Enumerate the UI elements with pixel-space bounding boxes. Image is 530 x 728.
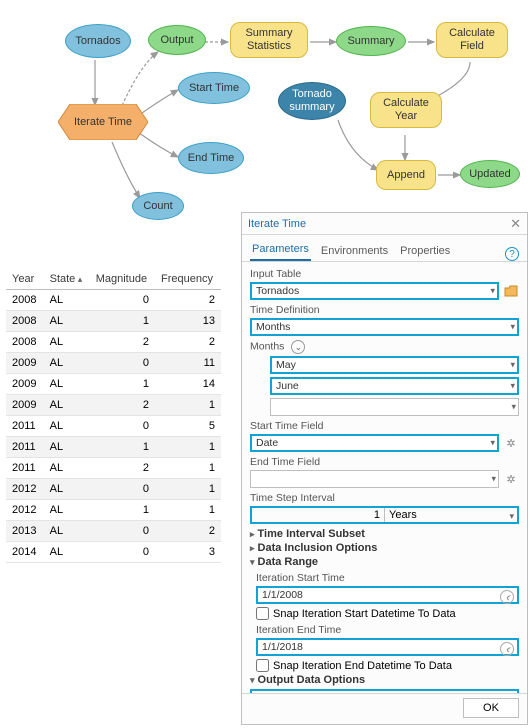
tab-properties[interactable]: Properties xyxy=(398,241,452,261)
node-tornado-summary[interactable]: Tornado summary xyxy=(278,82,346,120)
results-table: Year State Magnitude Frequency 2008AL022… xyxy=(6,269,221,563)
lbl-input-table: Input Table xyxy=(250,268,519,280)
lbl-snap-end: Snap Iteration End Datetime To Data xyxy=(273,660,452,672)
node-updated[interactable]: Updated xyxy=(460,160,520,188)
time-step-interval-field[interactable]: 1 Years▾ xyxy=(250,506,519,524)
table-row[interactable]: 2009AL114 xyxy=(6,374,221,395)
clock-icon xyxy=(500,590,514,604)
node-output[interactable]: Output xyxy=(148,25,206,55)
section-output-options[interactable]: Output Data Options xyxy=(250,674,519,686)
lbl-step-interval: Time Step Interval xyxy=(250,492,519,504)
gear-icon-2[interactable]: ✲ xyxy=(503,471,519,487)
lbl-start-field: Start Time Field xyxy=(250,420,519,432)
lbl-time-definition: Time Definition xyxy=(250,304,519,316)
dialog-title: Iterate Time xyxy=(248,218,306,230)
iterate-time-dialog: Iterate Time ✕ Parameters Environments P… xyxy=(241,212,528,725)
lbl-end-field: End Time Field xyxy=(250,456,519,468)
table-row[interactable]: 2011AL05 xyxy=(6,416,221,437)
node-end-time[interactable]: End Time xyxy=(178,142,244,174)
table-row[interactable]: 2008AL113 xyxy=(6,311,221,332)
input-table-field[interactable]: Tornados▾ xyxy=(250,282,499,300)
snap-start-checkbox[interactable] xyxy=(256,607,269,620)
dialog-tabs: Parameters Environments Properties ? xyxy=(242,235,527,262)
time-definition-field[interactable]: Months▾ xyxy=(250,318,519,336)
table-row[interactable]: 2014AL03 xyxy=(6,542,221,563)
help-icon[interactable]: ? xyxy=(505,247,519,261)
col-year[interactable]: Year xyxy=(6,269,44,290)
ok-button[interactable]: OK xyxy=(463,698,519,718)
section-time-interval-subset[interactable]: Time Interval Subset xyxy=(250,528,519,540)
clock-icon-2 xyxy=(500,642,514,656)
lbl-months: Months ⌄ xyxy=(250,340,519,354)
tab-environments[interactable]: Environments xyxy=(319,241,390,261)
section-data-range[interactable]: Data Range xyxy=(250,556,519,568)
month-field-empty[interactable]: ▾ xyxy=(270,398,519,416)
node-calculate-field[interactable]: Calculate Field xyxy=(436,22,508,58)
model-diagram: Tornados Iterate Time Start Time End Tim… xyxy=(0,0,530,230)
iteration-start-field[interactable]: 1/1/2008 xyxy=(256,586,519,604)
col-state[interactable]: State xyxy=(44,269,90,290)
table-row[interactable]: 2009AL21 xyxy=(6,395,221,416)
tab-parameters[interactable]: Parameters xyxy=(250,239,311,261)
table-row[interactable]: 2012AL11 xyxy=(6,500,221,521)
snap-end-checkbox[interactable] xyxy=(256,659,269,672)
gear-icon[interactable]: ✲ xyxy=(503,435,519,451)
end-time-field[interactable]: ▾ xyxy=(250,470,499,488)
close-icon[interactable]: ✕ xyxy=(510,216,521,232)
node-iterate-time[interactable]: Iterate Time xyxy=(58,104,148,140)
node-start-time[interactable]: Start Time xyxy=(178,72,250,104)
node-count[interactable]: Count xyxy=(132,192,184,220)
table-row[interactable]: 2012AL01 xyxy=(6,479,221,500)
node-summary-statistics[interactable]: Summary Statistics xyxy=(230,22,308,58)
node-summary[interactable]: Summary xyxy=(336,26,406,56)
table-row[interactable]: 2009AL011 xyxy=(6,353,221,374)
lbl-iter-start: Iteration Start Time xyxy=(256,572,519,584)
node-iterate-time-label: Iterate Time xyxy=(74,116,132,129)
lbl-snap-start: Snap Iteration Start Datetime To Data xyxy=(273,608,456,620)
browse-icon[interactable] xyxy=(503,283,519,299)
section-data-inclusion[interactable]: Data Inclusion Options xyxy=(250,542,519,554)
table-row[interactable]: 2008AL02 xyxy=(6,290,221,311)
chevron-down-icon[interactable]: ⌄ xyxy=(291,340,305,354)
node-append[interactable]: Append xyxy=(376,160,436,190)
iteration-end-field[interactable]: 1/1/2018 xyxy=(256,638,519,656)
month-field-2[interactable]: June▾ xyxy=(270,377,519,395)
start-time-field[interactable]: Date▾ xyxy=(250,434,499,452)
table-row[interactable]: 2013AL02 xyxy=(6,521,221,542)
node-calculate-year[interactable]: Calculate Year xyxy=(370,92,442,128)
table-row[interactable]: 2011AL11 xyxy=(6,437,221,458)
table-row[interactable]: 2008AL22 xyxy=(6,332,221,353)
node-tornados[interactable]: Tornados xyxy=(65,24,131,58)
table-row[interactable]: 2011AL21 xyxy=(6,458,221,479)
month-field-1[interactable]: May▾ xyxy=(270,356,519,374)
dialog-titlebar: Iterate Time ✕ xyxy=(242,213,527,235)
col-magnitude[interactable]: Magnitude xyxy=(90,269,155,290)
lbl-iter-end: Iteration End Time xyxy=(256,624,519,636)
col-frequency[interactable]: Frequency xyxy=(155,269,221,290)
